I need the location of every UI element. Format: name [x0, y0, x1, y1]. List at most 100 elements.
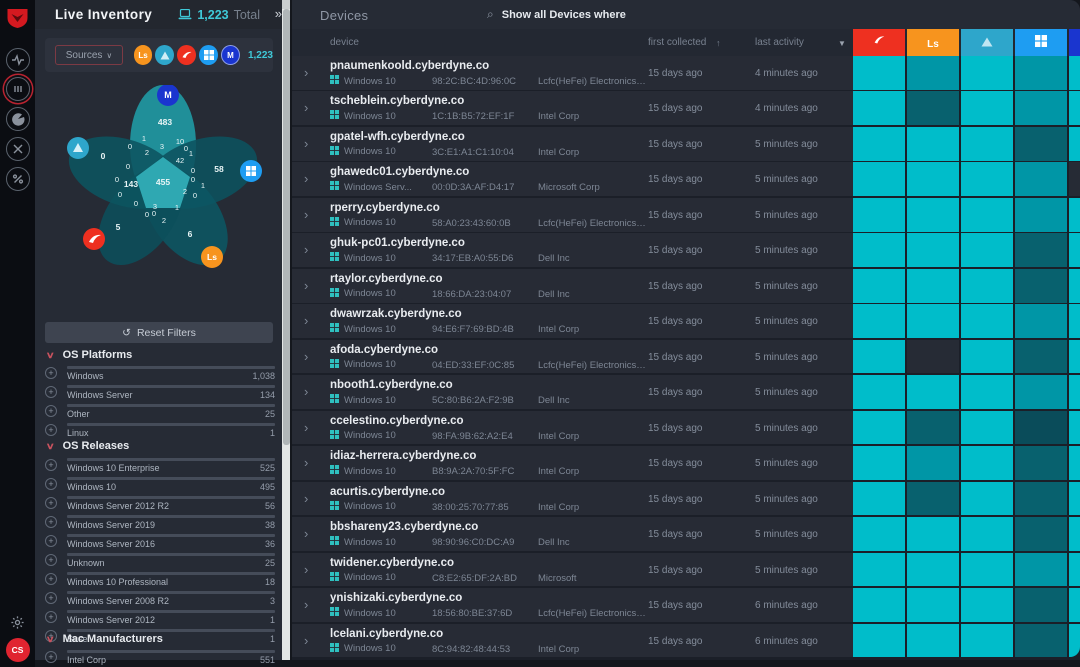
- expand-row-icon[interactable]: ›: [304, 491, 308, 506]
- heatmap-cell[interactable]: [961, 91, 1013, 125]
- heatmap-cell[interactable]: [853, 588, 905, 622]
- device-name[interactable]: bbshareny23.cyberdyne.co: [330, 521, 478, 533]
- table-row[interactable]: ›lcelani.cyberdyne.coWindows 108C:94:82:…: [292, 624, 853, 658]
- sources-dropdown[interactable]: Sources∨: [55, 45, 123, 65]
- falcon-icon[interactable]: [83, 228, 105, 250]
- inventory-icon[interactable]: [6, 77, 30, 101]
- device-name[interactable]: ynishizaki.cyberdyne.co: [330, 592, 462, 604]
- heatmap-column-falcon-icon[interactable]: [853, 29, 905, 56]
- table-row[interactable]: ›rtaylor.cyberdyne.coWindows 1018:66:DA:…: [292, 269, 853, 303]
- heatmap-cell[interactable]: [1069, 624, 1080, 658]
- heatmap-cell[interactable]: [907, 269, 959, 303]
- chevron-down-icon[interactable]: ▼: [838, 39, 846, 48]
- heatmap-cell[interactable]: [1069, 56, 1080, 90]
- add-filter-icon[interactable]: +: [45, 497, 57, 509]
- heatmap-cell[interactable]: [1069, 269, 1080, 303]
- windows-icon[interactable]: [240, 160, 262, 182]
- column-first-collected[interactable]: first collected: [648, 37, 706, 48]
- heatmap-cell[interactable]: [1015, 269, 1067, 303]
- device-name[interactable]: twidener.cyberdyne.co: [330, 557, 454, 569]
- device-name[interactable]: pnaumenkoold.cyberdyne.co: [330, 60, 489, 72]
- add-filter-icon[interactable]: +: [45, 611, 57, 623]
- expand-row-icon[interactable]: ›: [304, 526, 308, 541]
- add-filter-icon[interactable]: +: [45, 478, 57, 490]
- heatmap-cell[interactable]: [853, 304, 905, 338]
- heatmap-cell[interactable]: [1069, 304, 1080, 338]
- table-row[interactable]: ›nbooth1.cyberdyne.coWindows 105C:80:B6:…: [292, 375, 853, 409]
- heatmap-cell[interactable]: [853, 162, 905, 196]
- table-row[interactable]: ›ghawedc01.cyberdyne.coWindows Serv...00…: [292, 162, 853, 196]
- heatmap-cell[interactable]: [907, 127, 959, 161]
- table-row[interactable]: ›ynishizaki.cyberdyne.coWindows 1018:56:…: [292, 588, 853, 622]
- heatmap-cell[interactable]: [961, 482, 1013, 516]
- heatmap-cell[interactable]: [853, 482, 905, 516]
- expand-row-icon[interactable]: ›: [304, 65, 308, 80]
- heatmap-cell[interactable]: [1015, 375, 1067, 409]
- expand-row-icon[interactable]: ›: [304, 242, 308, 257]
- heatmap-cell[interactable]: [1069, 198, 1080, 232]
- heatmap-cell[interactable]: [853, 91, 905, 125]
- filter-item[interactable]: +Unknown25: [45, 551, 277, 570]
- expand-row-icon[interactable]: ›: [304, 597, 308, 612]
- heatmap-cell[interactable]: [907, 411, 959, 445]
- heatmap-cell[interactable]: [1015, 482, 1067, 516]
- sidebar-scrollbar[interactable]: [282, 0, 290, 660]
- table-row[interactable]: ›twidener.cyberdyne.coWindows 10C8:E2:65…: [292, 553, 853, 587]
- filter-item[interactable]: +Windows Server134: [45, 383, 277, 402]
- heatmap-cell[interactable]: [961, 56, 1013, 90]
- add-filter-icon[interactable]: +: [45, 573, 57, 585]
- heatmap-cell[interactable]: [1069, 233, 1080, 267]
- heatmap-cell[interactable]: [853, 411, 905, 445]
- heatmap-cell[interactable]: [853, 233, 905, 267]
- add-filter-icon[interactable]: +: [45, 424, 57, 436]
- table-row[interactable]: ›tscheblein.cyberdyne.coWindows 101C:1B:…: [292, 91, 853, 125]
- reset-filters-button[interactable]: ↺ Reset Filters: [45, 322, 273, 343]
- heatmap-cell[interactable]: [1069, 446, 1080, 480]
- heatmap-cell[interactable]: [961, 127, 1013, 161]
- table-row[interactable]: ›ccelestino.cyberdyne.coWindows 1098:FA:…: [292, 411, 853, 445]
- expand-row-icon[interactable]: ›: [304, 207, 308, 222]
- windows-icon[interactable]: [199, 45, 218, 65]
- table-row[interactable]: ›bbshareny23.cyberdyne.coWindows 1098:90…: [292, 517, 853, 551]
- app-logo[interactable]: [5, 6, 30, 30]
- filter-item[interactable]: +Windows 10495: [45, 475, 277, 494]
- add-filter-icon[interactable]: +: [45, 592, 57, 604]
- table-row[interactable]: ›rperry.cyberdyne.coWindows 1058:A0:23:4…: [292, 198, 853, 232]
- device-name[interactable]: rtaylor.cyberdyne.co: [330, 273, 443, 285]
- heatmap-cell[interactable]: [1069, 517, 1080, 551]
- heatmap-cell[interactable]: [853, 375, 905, 409]
- heatmap-cell[interactable]: [907, 517, 959, 551]
- heatmap-cell[interactable]: [1069, 340, 1080, 374]
- heatmap-column-mde-icon[interactable]: [1069, 29, 1080, 56]
- heatmap-cell[interactable]: [853, 56, 905, 90]
- heatmap-cell[interactable]: [1015, 127, 1067, 161]
- scrollbar-thumb[interactable]: [283, 9, 290, 445]
- filter-item[interactable]: +Windows Server 2008 R23: [45, 589, 277, 608]
- section-os-releases[interactable]: ∨ OS Releases: [47, 440, 129, 452]
- heatmap-cell[interactable]: [1015, 162, 1067, 196]
- device-name[interactable]: ghuk-pc01.cyberdyne.co: [330, 237, 465, 249]
- heatmap-cell[interactable]: [1069, 553, 1080, 587]
- expand-row-icon[interactable]: ›: [304, 562, 308, 577]
- triangle-agent-icon[interactable]: [155, 45, 174, 65]
- sort-icon[interactable]: ↑: [716, 38, 721, 48]
- sources-venn-diagram[interactable]: 48358056455143103102014200001200031002 M…: [60, 85, 270, 285]
- heatmap-cell[interactable]: [1069, 162, 1080, 196]
- heatmap-cell[interactable]: [961, 375, 1013, 409]
- add-filter-icon[interactable]: +: [45, 459, 57, 471]
- heatmap-cell[interactable]: [961, 198, 1013, 232]
- device-name[interactable]: idiaz-herrera.cyberdyne.co: [330, 450, 476, 462]
- add-filter-icon[interactable]: +: [45, 516, 57, 528]
- heatmap-cell[interactable]: [1069, 411, 1080, 445]
- heatmap-cell[interactable]: [961, 411, 1013, 445]
- tools-icon[interactable]: [6, 167, 30, 191]
- heatmap-cell[interactable]: [907, 340, 959, 374]
- heatmap-cell[interactable]: [1069, 482, 1080, 516]
- add-filter-icon[interactable]: +: [45, 405, 57, 417]
- heatmap-cell[interactable]: [853, 553, 905, 587]
- table-row[interactable]: ›afoda.cyberdyne.coWindows 1004:ED:33:EF…: [292, 340, 853, 374]
- cross-icon[interactable]: [6, 137, 30, 161]
- heatmap-cell[interactable]: [1015, 517, 1067, 551]
- expand-row-icon[interactable]: ›: [304, 278, 308, 293]
- add-filter-icon[interactable]: +: [45, 651, 57, 663]
